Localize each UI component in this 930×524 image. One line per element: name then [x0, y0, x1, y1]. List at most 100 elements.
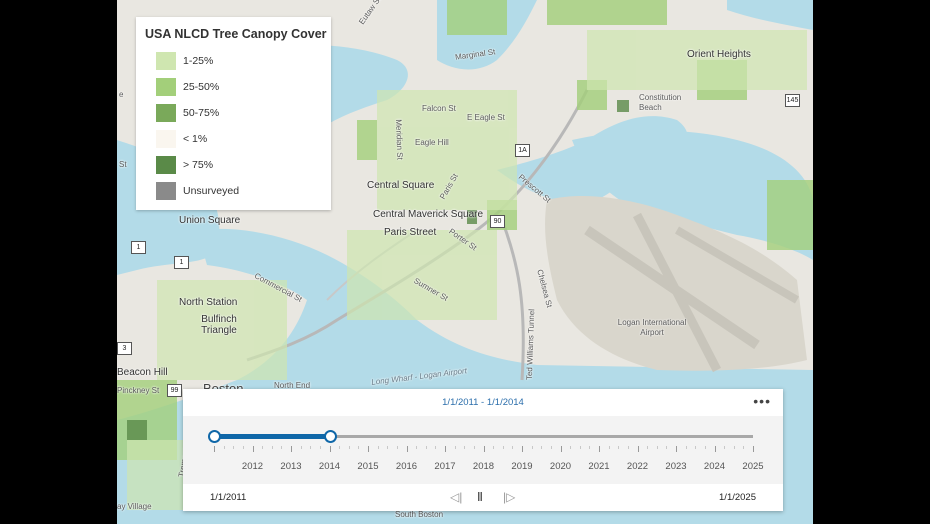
- slider-tick: [522, 446, 523, 452]
- slider-tick: [704, 446, 706, 449]
- slider-tick: [252, 446, 254, 452]
- route-shield-us1a: 1: [131, 241, 146, 254]
- route-shield-145: 145: [785, 94, 800, 107]
- slider-year-label: 2022: [626, 461, 649, 472]
- legend-title: USA NLCD Tree Canopy Cover: [145, 27, 327, 41]
- slider-tick: [695, 446, 697, 449]
- slider-tick: [262, 446, 264, 449]
- pause-icon[interactable]: ‖: [477, 490, 483, 504]
- slider-tick: [377, 446, 379, 449]
- map-label-north-station: North Station: [179, 297, 238, 308]
- slider-tick: [223, 446, 225, 449]
- legend-item: 1-25%: [156, 51, 213, 71]
- route-shield-90: 90: [490, 215, 505, 228]
- slider-tick: [483, 446, 485, 452]
- legend-swatch: [156, 52, 176, 70]
- map-label-eagle-hill: Eagle Hill: [415, 138, 449, 147]
- slider-start-label: 1/1/2011: [210, 492, 247, 503]
- slider-tick: [435, 446, 437, 449]
- legend-label: 1-25%: [183, 55, 214, 67]
- slider-tick: [396, 446, 398, 449]
- map-label-e-left: e: [119, 90, 124, 99]
- slider-tick: [339, 446, 341, 449]
- route-shield-1a: 1A: [515, 144, 530, 157]
- slider-tick: [454, 446, 456, 449]
- slider-year-label: 2025: [742, 461, 764, 472]
- slider-year-label: 2014: [318, 461, 341, 472]
- slider-tick: [473, 446, 475, 449]
- map-label-orient-heights: Orient Heights: [687, 49, 751, 60]
- slider-tick: [416, 446, 418, 449]
- map-label-meridian: Meridian St: [394, 119, 405, 160]
- slider-ticks: [214, 446, 754, 454]
- slider-year-label: 2015: [357, 461, 379, 472]
- slider-tick: [387, 446, 389, 449]
- slider-tick: [647, 446, 649, 449]
- slider-tick: [627, 446, 629, 449]
- map-label-st-left: St: [119, 160, 127, 169]
- route-shield-99: 99: [167, 384, 182, 397]
- highway-i90: [500, 219, 525, 381]
- slider-year-label: 2024: [703, 461, 726, 472]
- slider-tick: [300, 446, 302, 449]
- slider-tick: [502, 446, 504, 449]
- legend-item: 25-50%: [156, 77, 219, 97]
- map-label-logan: Logan International Airport: [617, 318, 687, 337]
- slider-tick: [445, 446, 446, 452]
- next-icon[interactable]: |▷: [503, 490, 515, 504]
- slider-year-label: 2016: [395, 461, 418, 472]
- slider-tick: [733, 446, 735, 449]
- legend-item: 50-75%: [156, 103, 219, 123]
- slider-tick: [271, 446, 273, 449]
- slider-tick: [589, 446, 591, 449]
- slider-tick: [242, 446, 244, 449]
- slider-tick: [743, 446, 745, 449]
- route-shield-3: 3: [117, 342, 132, 355]
- slider-tick: [531, 446, 533, 449]
- map-label-pinckney: Pinckney St: [117, 386, 160, 395]
- legend-label: < 1%: [183, 133, 208, 145]
- slider-tick: [512, 446, 514, 449]
- legend-item: Unsurveyed: [156, 181, 239, 201]
- more-horizontal-icon[interactable]: •••: [753, 393, 771, 409]
- route-shield-us1b: 1: [174, 256, 189, 269]
- legend-item: > 75%: [156, 155, 213, 175]
- slider-year-label: 2019: [511, 461, 533, 472]
- slider-tick: [233, 446, 235, 449]
- slider-tick: [368, 446, 369, 452]
- slider-year-label: 2017: [434, 461, 456, 472]
- previous-icon[interactable]: ◁|: [450, 490, 462, 504]
- slider-tick: [291, 446, 292, 452]
- slider-footer: 1/1/2011 ◁| ‖ |▷ 1/1/2025: [183, 484, 783, 511]
- slider-tick: [319, 446, 321, 449]
- time-slider: 1/1/2011 - 1/1/2014 ••• 2012 2013 2014 2015…: [183, 389, 783, 511]
- slider-tick: [406, 446, 408, 452]
- slider-year-label: 2023: [665, 461, 687, 472]
- slider-thumb-start[interactable]: [208, 430, 221, 443]
- slider-year-label: 2012: [241, 461, 264, 472]
- legend-swatch: [156, 130, 176, 148]
- map-label-south-boston: South Boston: [395, 510, 444, 519]
- map-label-central-square: Central Square: [367, 180, 435, 191]
- slider-tick: [541, 446, 543, 449]
- slider-tick: [724, 446, 726, 449]
- time-range-label: 1/1/2011 - 1/1/2014: [442, 397, 524, 408]
- legend-swatch: [156, 104, 176, 122]
- slider-year-label: 2018: [472, 461, 495, 472]
- slider-range-fill: [214, 434, 330, 439]
- slider-tick: [464, 446, 466, 449]
- slider-end-label: 1/1/2025: [719, 492, 756, 503]
- slider-tick: [714, 446, 716, 452]
- slider-tick: [666, 446, 668, 449]
- map-label-bulfinch: Bulfinch Triangle: [201, 314, 237, 336]
- slider-tick: [599, 446, 600, 452]
- slider-thumb-end[interactable]: [323, 430, 337, 443]
- map-label-central-maverick: Central Maverick Square: [373, 209, 484, 220]
- slider-tick: [348, 446, 350, 449]
- slider-tick: [493, 446, 495, 449]
- slider-tick: [425, 446, 427, 449]
- legend-panel: USA NLCD Tree Canopy Cover 1-25% 25-50% …: [136, 17, 331, 210]
- legend-label: 25-50%: [183, 81, 220, 93]
- slider-year-label: 2021: [588, 461, 610, 472]
- slider-tick: [214, 446, 215, 452]
